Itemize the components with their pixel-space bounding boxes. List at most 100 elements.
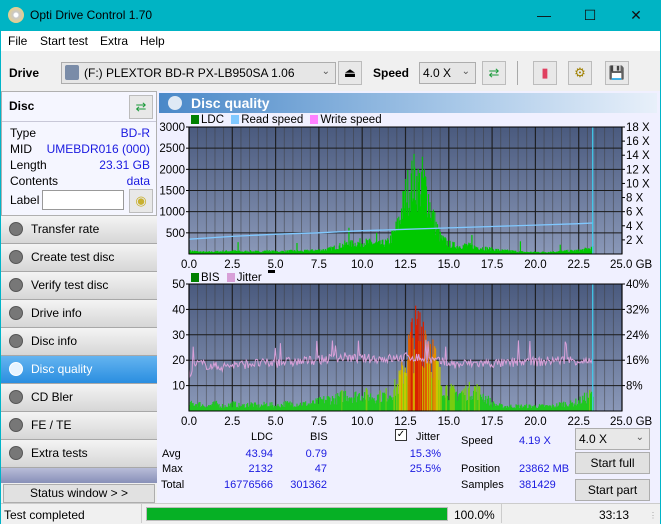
title-bar: Opti Drive Control 1.70 — ☐ ✕ (0, 0, 661, 31)
divider (141, 504, 142, 523)
disc-label-input[interactable] (42, 190, 124, 210)
save-icon: 💾 (608, 65, 626, 80)
x-tick-label: 20.0 (524, 259, 546, 271)
ldc-spike (376, 232, 378, 254)
settings-button[interactable]: ⚙ (568, 61, 592, 85)
toolbar: Drive (F:) PLEXTOR BD-R PX-LB950SA 1.06 … (1, 51, 660, 91)
y-tick-label-right: 18 X (626, 122, 650, 134)
menu-help[interactable]: Help (140, 34, 165, 48)
toolbar-divider (517, 61, 518, 85)
save-button[interactable]: 💾 (605, 61, 629, 85)
disc-mid-key: MID (10, 142, 32, 156)
status-window-button[interactable]: Status window > > (3, 484, 155, 503)
disc-mid-value: UMEBDR016 (000) (46, 142, 150, 156)
nav-item-create-test-disc[interactable]: Create test disc (1, 244, 157, 272)
x-tick-label: 7.5 (311, 416, 327, 426)
stats-header-jitter: Jitter (416, 431, 440, 443)
x-tick-label: 2.5 (224, 416, 240, 426)
speed-select[interactable]: 4.0 X ⌄ (419, 62, 476, 84)
eject-icon: ⏏ (343, 65, 357, 80)
nav-item-label: Drive info (31, 306, 82, 320)
resize-grip-icon[interactable]: ⋮ (649, 511, 657, 520)
y-tick-label-right: 10 X (626, 178, 650, 190)
x-tick-label: 12.5 (394, 259, 416, 271)
nav-item-verify-test-disc[interactable]: Verify test disc (1, 272, 157, 300)
y-tick-label-right: 8 X (626, 193, 644, 205)
stats-avg-bis: 0.79 (305, 448, 327, 460)
stats-header-bis: BIS (310, 431, 328, 443)
x-tick-label: 22.5 (568, 259, 590, 271)
start-full-button[interactable]: Start full (575, 452, 650, 474)
y-tick-label-right: 40% (626, 279, 649, 291)
y-tick-label-left: 30 (172, 330, 185, 342)
nav-item-transfer-rate[interactable]: Transfer rate (1, 216, 157, 244)
divider (2, 121, 156, 122)
y-tick-label-right: 2 X (626, 235, 644, 247)
chevron-down-icon: ⌄ (321, 66, 330, 77)
samples-label: Samples (461, 479, 504, 491)
disc-header: Disc (9, 99, 35, 113)
disc-icon (9, 418, 23, 432)
minimize-button[interactable]: — (521, 0, 567, 31)
refresh-button[interactable]: ⇄ (482, 61, 506, 85)
nav-item-disc-info[interactable]: Disc info (1, 328, 157, 356)
ldc-chart: 3000 2500 2000 1500 1000 500 18 X 16 X 14 X 12 X 1… (159, 122, 652, 271)
y-tick-label-left: 50 (172, 279, 185, 291)
ldc-spike (296, 242, 298, 254)
nav-item-extra-tests[interactable]: Extra tests (1, 440, 157, 468)
disc-icon (9, 306, 23, 320)
settings-icon: ⚙ (574, 65, 586, 80)
menu-start-test[interactable]: Start test (40, 34, 88, 48)
test-speed-select[interactable]: 4.0 X ⌄ (575, 428, 650, 450)
nav-item-disc-quality[interactable]: Disc quality (1, 356, 157, 384)
disc-type-value: BD-R (120, 126, 150, 140)
y-tick-label-left: 2000 (159, 164, 185, 176)
start-part-button[interactable]: Start part (575, 479, 650, 501)
nav-item-cd-bler[interactable]: CD Bler (1, 384, 157, 412)
menu-extra[interactable]: Extra (100, 34, 128, 48)
jitter-checkbox[interactable]: ✓ (395, 429, 407, 441)
left-panel: Disc ⇄ Type BD-R MID UMEBDR016 (000) Len… (1, 91, 157, 503)
nav-item-fe-te[interactable]: FE / TE (1, 412, 157, 440)
y-tick-label-right: 24% (626, 330, 649, 342)
stats-header-ldc: LDC (251, 431, 274, 443)
disc-length-key: Length (10, 158, 47, 172)
eject-button[interactable]: ⏏ (338, 61, 362, 85)
x-tick-label: 25.0 GB (610, 416, 653, 426)
disc-icon (9, 446, 23, 460)
status-text: Test completed (4, 508, 85, 522)
disc-length-value: 23.31 GB (99, 158, 150, 172)
disc-quality-icon (168, 96, 182, 110)
divider (501, 504, 502, 523)
refresh-icon: ⇄ (135, 99, 147, 114)
y-tick-label-left: 40 (172, 304, 185, 316)
stats-avg-ldc: 43.94 (245, 448, 273, 460)
stats-max-label: Max (162, 463, 183, 475)
disc-label-key: Label (10, 193, 40, 207)
section-header: Disc quality (159, 93, 657, 113)
samples-value: 381429 (519, 479, 556, 491)
y-tick-label-left: 20 (172, 355, 185, 367)
nav-item-label: Disc quality (31, 362, 93, 376)
erase-button[interactable]: ▮ (533, 61, 557, 85)
close-button[interactable]: ✕ (613, 0, 659, 31)
disc-refresh-button[interactable]: ⇄ (129, 95, 153, 119)
nav-item-drive-info[interactable]: Drive info (1, 300, 157, 328)
disc-icon (9, 278, 23, 292)
ldc-spike (559, 244, 561, 254)
maximize-button[interactable]: ☐ (567, 0, 613, 31)
disc-label-button[interactable]: ◉ (129, 189, 153, 213)
disc-icon (9, 334, 23, 348)
legend-marker (267, 270, 275, 273)
nav-item-label: Create test disc (31, 250, 115, 264)
menu-bar: File Start test Extra Help (1, 31, 660, 51)
disc-icon (9, 362, 23, 376)
menu-file[interactable]: File (8, 34, 27, 48)
stats-total-bis: 301362 (290, 479, 327, 491)
drive-select[interactable]: (F:) PLEXTOR BD-R PX-LB950SA 1.06 ⌄ (61, 62, 336, 84)
speed-readout-value: 4.19 X (519, 435, 551, 447)
nav-item-label: Disc info (31, 334, 78, 348)
test-speed-value: 4.0 X (579, 432, 608, 446)
nav-spacer (1, 468, 157, 483)
nav-item-label: FE / TE (31, 418, 72, 432)
